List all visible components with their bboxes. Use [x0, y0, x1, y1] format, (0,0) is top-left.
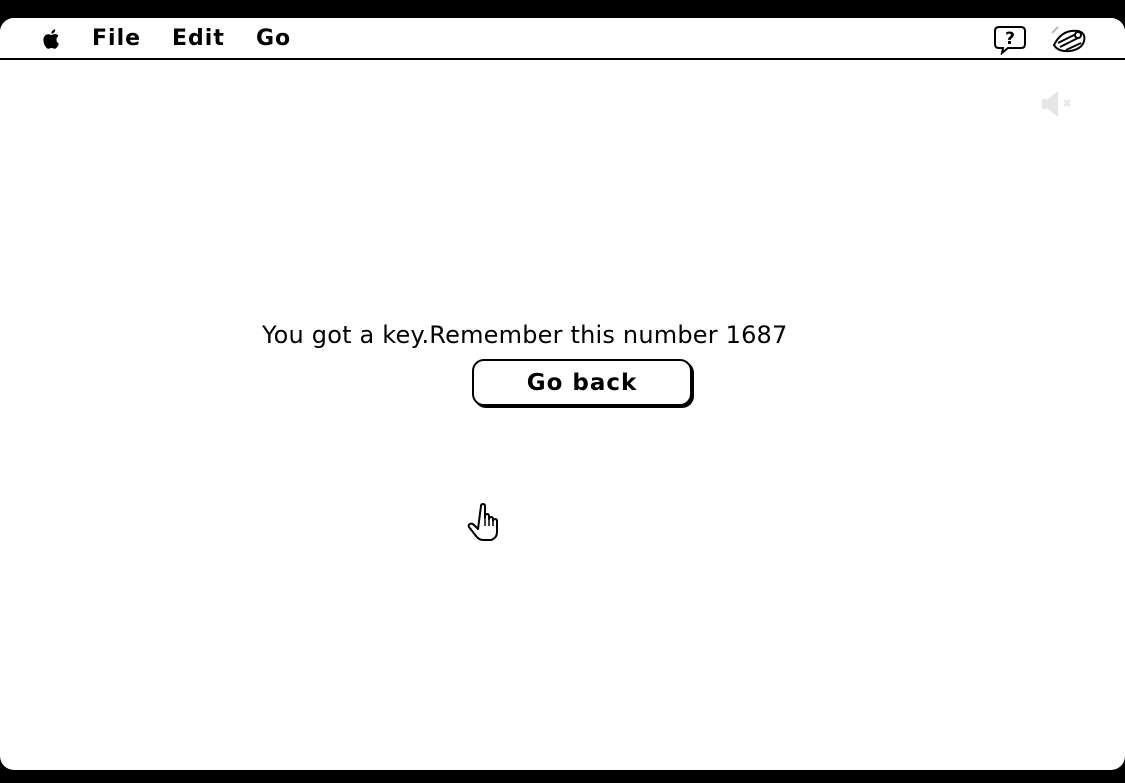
help-balloon-icon[interactable]: ? — [993, 25, 1027, 55]
menu-bar: File Edit Go ? — [0, 18, 1125, 60]
go-back-button[interactable]: Go back — [472, 359, 692, 406]
hand-pointer-icon — [467, 503, 498, 541]
svg-text:?: ? — [1005, 29, 1015, 49]
screen: File Edit Go ? You got a key.Remember th… — [0, 18, 1125, 770]
menu-go[interactable]: Go — [256, 25, 291, 53]
speaker-muted-icon[interactable] — [1038, 88, 1078, 120]
app-menu-icon[interactable] — [1048, 23, 1090, 57]
apple-icon[interactable] — [40, 27, 64, 51]
menu-file[interactable]: File — [92, 25, 141, 53]
key-message: You got a key.Remember this number 1687 — [262, 321, 788, 349]
menu-edit[interactable]: Edit — [172, 25, 225, 53]
